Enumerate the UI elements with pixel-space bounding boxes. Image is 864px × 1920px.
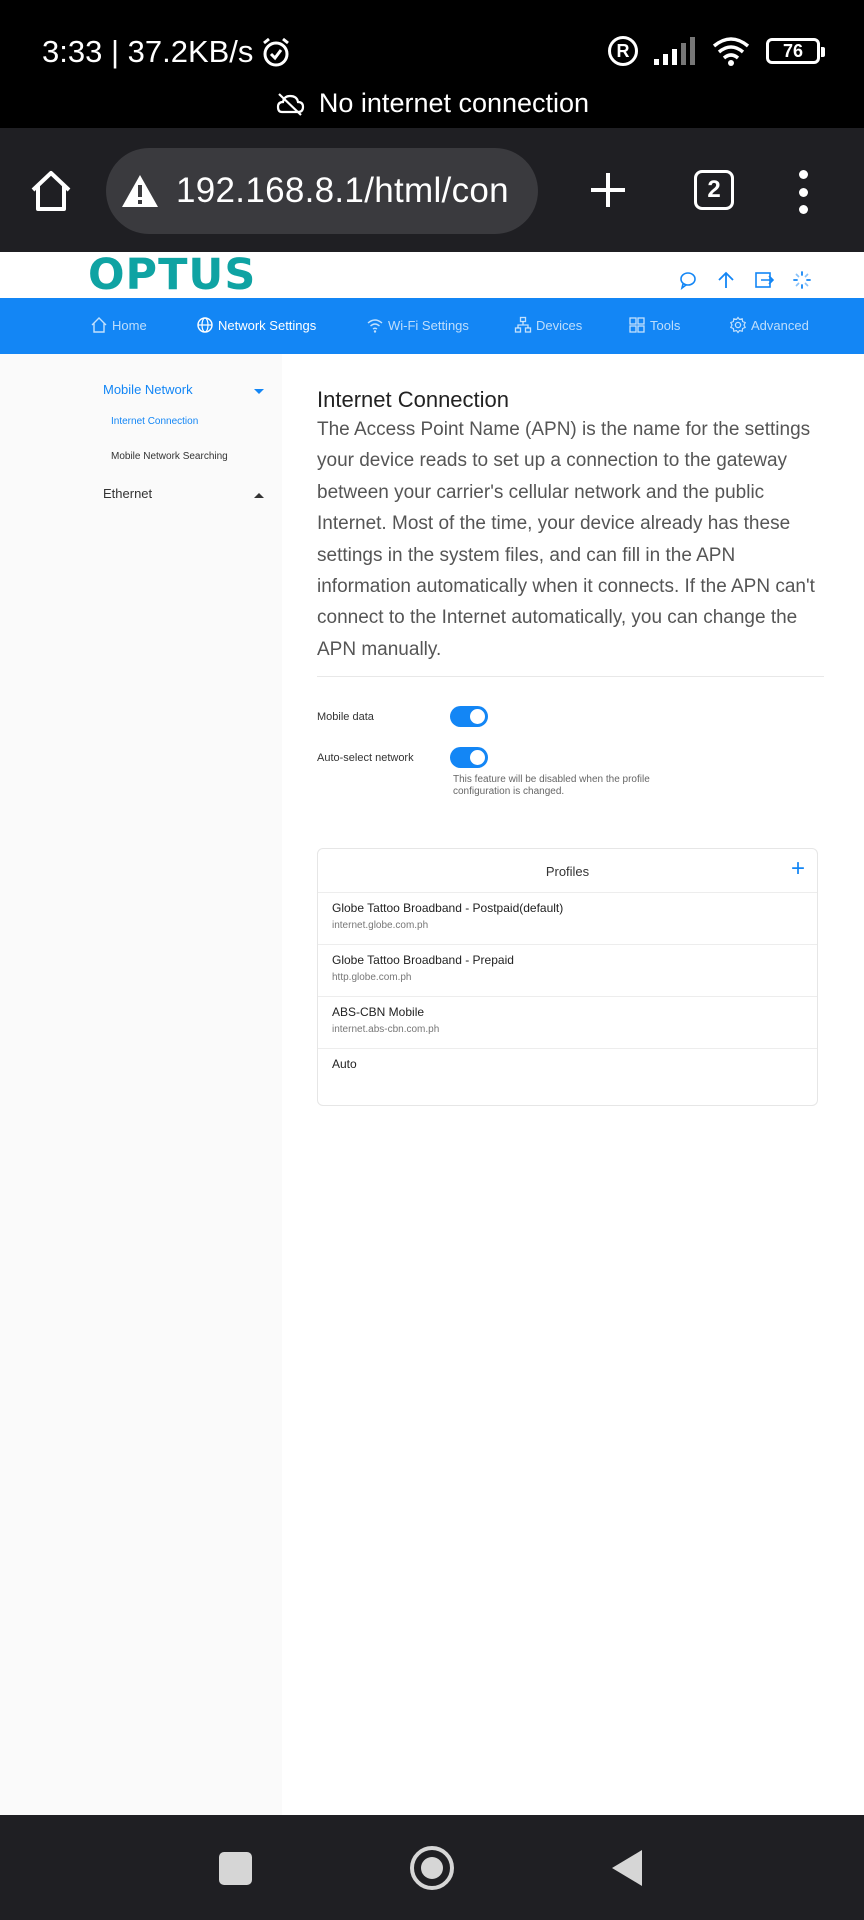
recents-button[interactable]	[219, 1852, 252, 1885]
browser-toolbar: 192.168.8.1/html/con 2	[0, 128, 864, 252]
optus-logo[interactable]: OPTUS	[88, 252, 256, 300]
cloud-off-icon	[276, 92, 305, 116]
nav-wifi-settings[interactable]: Wi-Fi Settings	[366, 316, 469, 334]
nav-advanced-label: Advanced	[751, 317, 809, 333]
address-bar[interactable]: 192.168.8.1/html/con	[106, 148, 538, 234]
chevron-up-icon[interactable]	[254, 493, 264, 498]
back-button[interactable]	[612, 1850, 642, 1886]
profiles-panel: Profiles + Globe Tattoo Broadband - Post…	[317, 848, 818, 1106]
offline-banner: No internet connection	[0, 88, 864, 119]
nav-tools[interactable]: Tools	[628, 316, 680, 334]
url-text[interactable]: 192.168.8.1/html/con	[176, 171, 509, 211]
page-header: OPTUS	[0, 252, 864, 300]
nav-devices[interactable]: Devices	[514, 316, 582, 334]
mobile-data-toggle[interactable]	[450, 706, 488, 727]
profiles-title: Profiles	[545, 864, 590, 879]
page-title: Internet Connection	[317, 387, 510, 412]
wifi-icon	[367, 319, 383, 333]
tab-count: 2	[707, 176, 721, 203]
status-bar: 3:33 | 37.2KB/s R 76 No internet connect…	[0, 0, 864, 128]
logout-icon[interactable]	[754, 270, 774, 290]
profile-row[interactable]: Auto	[318, 1049, 817, 1101]
profile-name: Globe Tattoo Broadband - Prepaid	[332, 953, 514, 967]
message-icon[interactable]	[678, 270, 698, 290]
warning-icon[interactable]	[120, 173, 160, 209]
time-and-speed: 3:33 | 37.2KB/s	[42, 34, 254, 69]
profile-row[interactable]: Globe Tattoo Broadband - Prepaid http.gl…	[318, 945, 817, 997]
auto-select-network-toggle[interactable]	[450, 747, 488, 768]
mobile-data-label: Mobile data	[317, 711, 374, 723]
sidebar-item-mobile-network-searching[interactable]: Mobile Network Searching	[111, 451, 228, 462]
profile-name: ABS-CBN Mobile	[332, 1005, 425, 1019]
chevron-down-icon[interactable]	[254, 389, 264, 394]
nav-network-settings-label: Network Settings	[218, 317, 317, 333]
profile-apn: internet.abs-cbn.com.ph	[332, 1024, 440, 1035]
nav-tools-label: Tools	[650, 317, 681, 333]
alarm-icon	[263, 37, 290, 67]
battery-icon: 76	[766, 38, 825, 64]
nav-wifi-settings-label: Wi-Fi Settings	[388, 317, 469, 333]
tab-switcher-button[interactable]: 2	[694, 170, 734, 210]
profile-name: Globe Tattoo Broadband - Postpaid(defaul…	[332, 901, 564, 915]
overflow-menu-icon[interactable]	[790, 170, 816, 214]
signal-icon	[654, 37, 695, 65]
update-arrow-icon[interactable]	[716, 270, 736, 290]
sidebar-item-internet-connection[interactable]: Internet Connection	[111, 416, 198, 427]
sidebar-item-ethernet[interactable]: Ethernet	[103, 486, 152, 501]
sidebar-item-mobile-network[interactable]: Mobile Network	[103, 382, 193, 397]
nav-home-label: Home	[112, 317, 147, 333]
auto-select-hint: This feature will be disabled when the p…	[453, 774, 650, 797]
tools-grid-icon	[629, 317, 645, 333]
divider	[317, 676, 824, 677]
profile-apn: internet.globe.com.ph	[332, 920, 429, 931]
wifi-icon	[712, 37, 750, 66]
status-left: 3:33 | 37.2KB/s	[42, 34, 293, 70]
home-icon[interactable]	[28, 168, 74, 214]
battery-level: 76	[782, 40, 804, 61]
auto-select-network-label: Auto-select network	[317, 752, 414, 764]
nav-home[interactable]: Home	[90, 316, 147, 334]
main-nav: Home Network Settings Wi-Fi Settings Dev…	[0, 298, 864, 354]
header-icons	[678, 270, 812, 290]
screen: 3:33 | 37.2KB/s R 76 No internet connect…	[0, 0, 864, 1920]
gear-icon	[729, 316, 747, 334]
nav-advanced[interactable]: Advanced	[729, 316, 809, 334]
profile-row[interactable]: ABS-CBN Mobile internet.abs-cbn.com.ph	[318, 997, 817, 1049]
globe-icon	[197, 317, 213, 333]
profile-name: Auto	[332, 1057, 357, 1071]
sidebar: Mobile Network Internet Connection Mobil…	[0, 354, 282, 1815]
profile-apn: http.globe.com.ph	[332, 972, 412, 983]
system-navigation-bar	[0, 1815, 864, 1920]
nav-devices-label: Devices	[536, 317, 583, 333]
roaming-icon: R	[608, 36, 638, 66]
status-right: R 76	[608, 36, 825, 66]
loading-spinner-icon	[793, 271, 811, 289]
offline-text: No internet connection	[318, 88, 590, 118]
apn-description: The Access Point Name (APN) is the name …	[317, 419, 815, 660]
new-tab-icon[interactable]	[588, 170, 628, 210]
home-icon	[91, 317, 107, 333]
profile-row[interactable]: Globe Tattoo Broadband - Postpaid(defaul…	[318, 893, 817, 945]
devices-icon	[514, 316, 532, 333]
web-page: OPTUS Home Network Settings Wi-Fi Settin…	[0, 252, 864, 1815]
home-button[interactable]	[410, 1846, 454, 1890]
add-profile-icon[interactable]: +	[791, 857, 805, 881]
nav-network-settings[interactable]: Network Settings	[196, 316, 316, 334]
profiles-header: Profiles +	[318, 849, 817, 893]
